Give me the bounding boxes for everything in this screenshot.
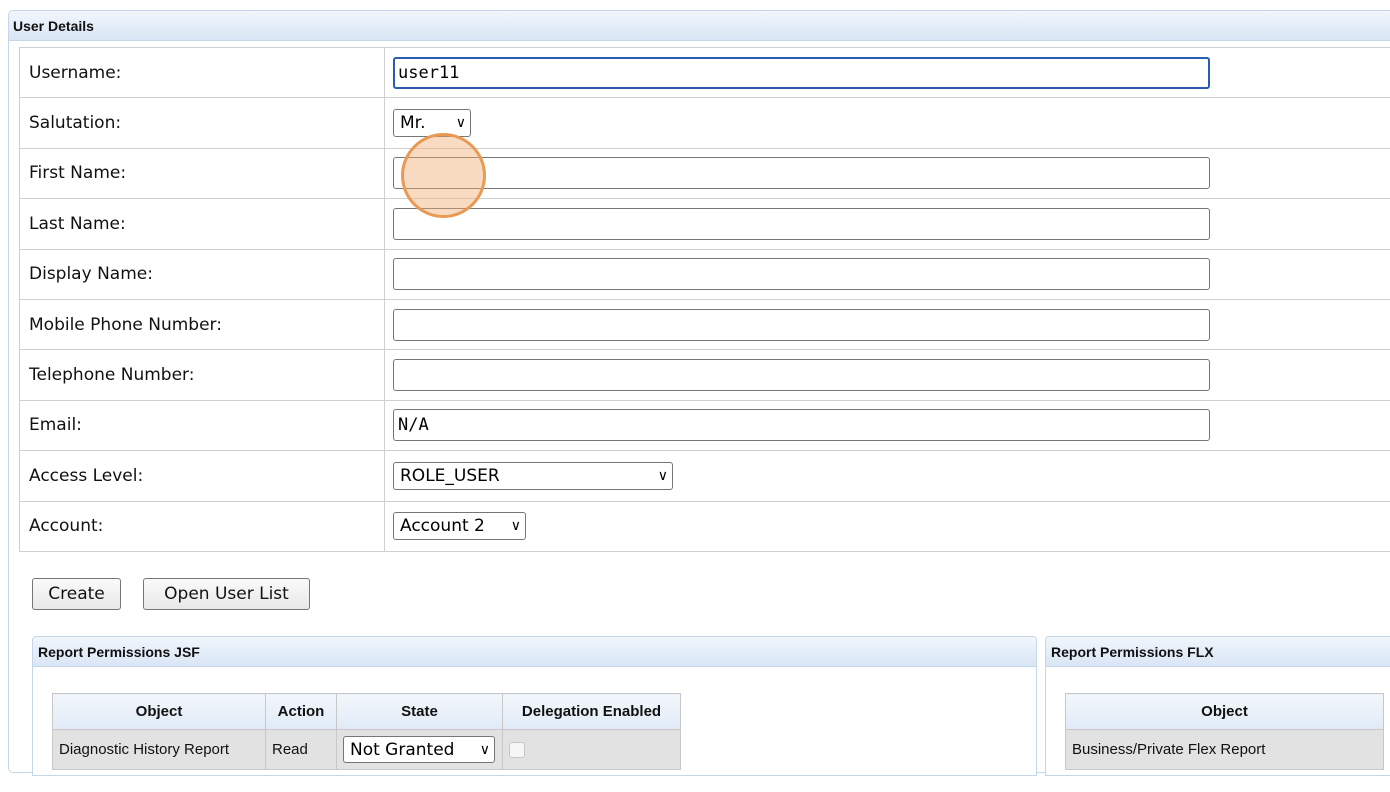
last-name-input[interactable] [393, 207, 1210, 240]
form-row-last-name: Last Name: [19, 198, 1390, 250]
last-name-label: Last Name: [19, 198, 385, 250]
salutation-select[interactable]: Mr. ∨ [393, 109, 471, 138]
column-header-state: State [336, 693, 503, 730]
form-row-telephone: Telephone Number: [19, 349, 1390, 401]
flx-panel-title: Report Permissions FLX [1046, 637, 1390, 667]
account-select-value: Account 2 [400, 516, 485, 537]
username-label: Username: [19, 46, 385, 99]
chevron-down-icon: ∨ [657, 467, 668, 484]
form-row-mobile-phone: Mobile Phone Number: [19, 298, 1390, 351]
action-cell: Read [265, 729, 337, 770]
form-row-salutation: Salutation: Mr. ∨ [19, 97, 1390, 149]
state-cell: Not Granted ∨ [336, 729, 503, 770]
table-row: Diagnostic History Report Read Not Grant… [52, 729, 681, 770]
access-level-label: Access Level: [19, 450, 385, 502]
first-name-input[interactable] [393, 157, 1210, 190]
column-header-delegation-enabled: Delegation Enabled [502, 693, 681, 730]
state-select[interactable]: Not Granted ∨ [343, 736, 495, 763]
delegation-enabled-cell [502, 729, 681, 770]
telephone-input[interactable] [393, 359, 1210, 392]
first-name-label: First Name: [19, 147, 385, 200]
column-header-object: Object [1065, 693, 1384, 730]
table-header-row: Object Action State Delegation Enabled [52, 693, 681, 730]
table-row: Business/Private Flex Report [1065, 729, 1384, 770]
chevron-down-icon: ∨ [455, 115, 466, 132]
access-level-select[interactable]: ROLE_USER ∨ [393, 461, 673, 490]
form-row-account: Account: Account 2 ∨ [19, 500, 1390, 552]
form-row-display-name: Display Name: [19, 248, 1390, 300]
create-button[interactable]: Create [32, 578, 121, 610]
column-header-object: Object [52, 693, 266, 730]
state-select-value: Not Granted [350, 739, 455, 760]
telephone-label: Telephone Number: [19, 349, 385, 401]
form-row-email: Email: [19, 399, 1390, 452]
form-row-username: Username: [19, 46, 1390, 99]
jsf-permissions-table: Object Action State Delegation Enabled D… [52, 693, 681, 770]
username-input[interactable] [393, 56, 1210, 89]
panel-title: User Details [9, 11, 1390, 41]
form-row-access-level: Access Level: ROLE_USER ∨ [19, 450, 1390, 502]
report-permissions-flx-panel: Report Permissions FLX Object Business/P… [1045, 636, 1390, 776]
object-cell: Diagnostic History Report [52, 729, 266, 770]
chevron-down-icon: ∨ [479, 741, 490, 758]
report-permissions-jsf-panel: Report Permissions JSF Object Action Sta… [32, 636, 1037, 776]
open-user-list-button[interactable]: Open User List [143, 578, 310, 610]
display-name-label: Display Name: [19, 248, 385, 300]
delegation-enabled-checkbox[interactable] [509, 742, 525, 759]
account-select[interactable]: Account 2 ∨ [393, 512, 526, 541]
email-label: Email: [19, 399, 385, 452]
table-header-row: Object [1065, 693, 1384, 730]
account-label: Account: [19, 500, 385, 552]
object-cell: Business/Private Flex Report [1065, 729, 1384, 770]
salutation-label: Salutation: [19, 97, 385, 149]
form-row-first-name: First Name: [19, 147, 1390, 200]
email-input[interactable] [393, 409, 1210, 442]
jsf-panel-title: Report Permissions JSF [33, 637, 1036, 667]
salutation-select-value: Mr. [400, 113, 426, 134]
mobile-phone-input[interactable] [393, 308, 1210, 341]
chevron-down-icon: ∨ [510, 518, 521, 535]
mobile-phone-label: Mobile Phone Number: [19, 298, 385, 351]
access-level-select-value: ROLE_USER [400, 465, 500, 486]
display-name-input[interactable] [393, 258, 1210, 291]
user-form: Username: Salutation: Mr. ∨ First Name: … [19, 46, 1390, 552]
column-header-action: Action [265, 693, 337, 730]
flx-permissions-table: Object Business/Private Flex Report [1065, 693, 1384, 770]
